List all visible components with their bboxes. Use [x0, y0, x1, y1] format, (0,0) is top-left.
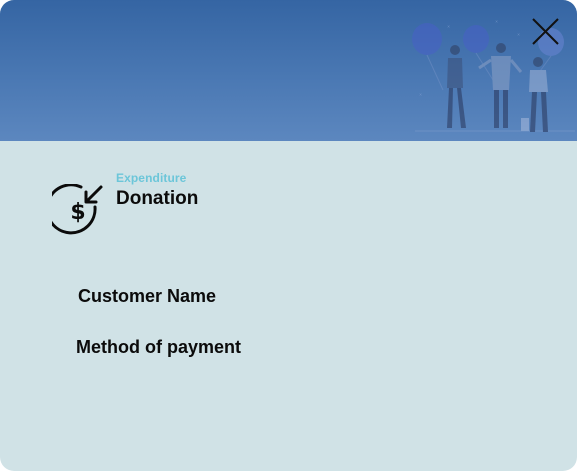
- svg-text:ˣ: ˣ: [447, 24, 450, 32]
- transaction-title: Donation: [116, 188, 199, 209]
- payment-method-label: Method of payment: [76, 337, 241, 357]
- close-icon[interactable]: [532, 18, 559, 45]
- svg-text:ˣ: ˣ: [517, 32, 520, 40]
- money-incoming-icon: $: [52, 184, 103, 235]
- customer-name-label: Customer Name: [78, 286, 217, 306]
- svg-text:ˣ: ˣ: [495, 19, 498, 27]
- transaction-detail-modal: ˣ ˣ ˣ ˣ $ Expenditure Donation Customer …: [0, 0, 577, 471]
- header-banner: ˣ ˣ ˣ ˣ: [0, 0, 577, 141]
- svg-text:ˣ: ˣ: [419, 92, 422, 100]
- transaction-category: Expenditure: [116, 171, 187, 185]
- svg-text:$: $: [70, 200, 85, 225]
- close-button[interactable]: [528, 15, 562, 49]
